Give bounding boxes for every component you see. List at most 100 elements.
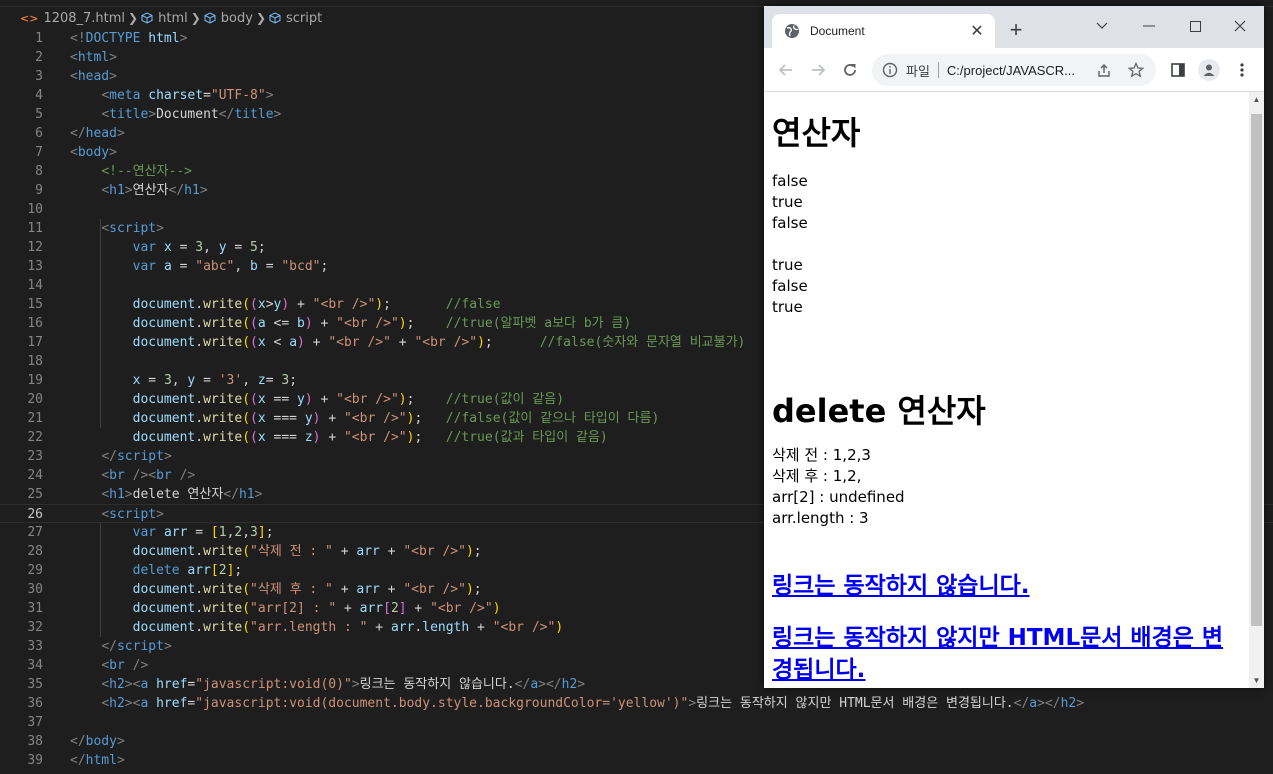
line-number: 33 xyxy=(27,639,43,654)
link-change-bg[interactable]: 링크는 동작하지 않지만 HTML문서 배경은 변경됩니다. xyxy=(772,625,1223,683)
chevron-down-icon[interactable] xyxy=(1088,12,1116,40)
browser-tab[interactable]: Document ✕ xyxy=(772,14,995,48)
breadcrumb-script-label: script xyxy=(286,10,323,26)
code-line[interactable]: 36 <h2><a href="javascript:void(document… xyxy=(0,694,1273,713)
line-number: 9 xyxy=(35,183,43,198)
line-number: 34 xyxy=(27,658,43,673)
code-text: <meta charset="UTF-8"> xyxy=(101,88,274,103)
code-text: document.write((x == y) + "<br />"); //t… xyxy=(132,392,565,407)
line-number: 17 xyxy=(27,335,43,350)
breadcrumb-body-label: body xyxy=(220,10,253,26)
address-scheme: 파일 xyxy=(906,63,930,79)
code-text: <br /> xyxy=(101,658,149,673)
breadcrumb-script[interactable]: script xyxy=(269,11,322,26)
browser-toolbar: 파일 C:/project/JAVASCR... xyxy=(764,48,1264,92)
breadcrumb-file[interactable]: <> 1208_7.html xyxy=(20,11,125,26)
output-line: arr.length : 3 xyxy=(772,509,869,527)
scroll-down-arrow-icon[interactable]: ▼ xyxy=(1249,673,1264,688)
line-number: 1 xyxy=(35,31,43,46)
code-text: <script> xyxy=(101,507,164,522)
output-line: true xyxy=(772,298,803,316)
back-icon[interactable] xyxy=(773,57,799,83)
code-text: <h1>연산자</h1> xyxy=(101,183,208,198)
code-text: <h1>delete 연산자</h1> xyxy=(101,487,263,502)
address-bar[interactable]: 파일 C:/project/JAVASCR... xyxy=(872,54,1156,86)
browser-titlebar: Document ✕ + xyxy=(764,6,1264,48)
heading-operators: 연산자 xyxy=(772,114,861,152)
share-icon[interactable] xyxy=(1096,62,1112,78)
output-line: true xyxy=(772,256,803,274)
line-number: 35 xyxy=(27,677,43,692)
code-text: var a = "abc", b = "bcd"; xyxy=(132,259,329,274)
breadcrumb-body[interactable]: body xyxy=(204,11,253,26)
line-number: 36 xyxy=(27,696,43,711)
output-line: false xyxy=(772,277,808,295)
browser-window: Document ✕ + 파일 C:/project/JAVASCR... 연산… xyxy=(764,6,1264,688)
output-line: true xyxy=(772,193,803,211)
cube-icon xyxy=(141,12,153,24)
link-heading-1: 링크는 동작하지 않습니다. xyxy=(772,570,1242,602)
code-text: document.write((x === z) + "<br />"); //… xyxy=(132,430,608,445)
code-text: </script> xyxy=(101,639,172,654)
line-number: 38 xyxy=(27,734,43,749)
line-number: 5 xyxy=(35,107,43,122)
plus-icon[interactable]: + xyxy=(1004,19,1028,41)
line-number: 19 xyxy=(27,373,43,388)
code-text: <body> xyxy=(70,145,117,160)
minimize-icon[interactable] xyxy=(1135,12,1163,40)
profile-icon[interactable] xyxy=(1198,59,1220,81)
side-panel-icon[interactable] xyxy=(1165,57,1191,83)
star-icon[interactable] xyxy=(1128,62,1144,78)
tab-title: Document xyxy=(810,24,865,38)
link-no-action[interactable]: 링크는 동작하지 않습니다. xyxy=(772,573,1030,599)
code-text: document.write("삭제 후 : " + arr + "<br />… xyxy=(132,582,482,597)
code-text: </body> xyxy=(70,734,125,749)
close-icon[interactable]: ✕ xyxy=(969,21,985,41)
code-text: <br /><br /> xyxy=(101,468,196,483)
more-icon[interactable] xyxy=(1229,57,1255,83)
code-text: <h2><a href="javascript:void(document.bo… xyxy=(101,696,1085,711)
line-number: 16 xyxy=(27,316,43,331)
breadcrumb-html[interactable]: html xyxy=(141,11,188,26)
code-text: document.write("arr[2] : " + arr[2] + "<… xyxy=(132,601,501,616)
cube-icon xyxy=(269,12,281,24)
code-text: x = 3, y = '3', z= 3; xyxy=(132,373,298,388)
breadcrumb-file-label: 1208_7.html xyxy=(43,10,126,26)
close-icon[interactable] xyxy=(1226,12,1254,40)
line-number: 21 xyxy=(27,411,43,426)
line-number: 22 xyxy=(27,430,43,445)
output-line: false xyxy=(772,214,808,232)
maximize-icon[interactable] xyxy=(1181,12,1209,40)
line-number: 23 xyxy=(27,449,43,464)
code-line[interactable]: 38 </body> xyxy=(0,732,1273,751)
line-number: 26 xyxy=(27,507,43,522)
code-text: <title>Document</title> xyxy=(101,107,282,122)
reload-icon[interactable] xyxy=(837,57,863,83)
code-text: var arr = [1,2,3]; xyxy=(132,525,274,540)
code-line[interactable]: 39 </html> xyxy=(0,751,1273,770)
code-line[interactable]: 37 xyxy=(0,713,1273,732)
address-url: C:/project/JAVASCR... xyxy=(946,62,1076,78)
line-number: 31 xyxy=(27,601,43,616)
output-line: 삭제 전 : 1,2,3 xyxy=(772,446,871,464)
scroll-thumb[interactable] xyxy=(1251,114,1262,626)
breadcrumb-html-label: html xyxy=(158,10,188,26)
forward-icon[interactable] xyxy=(805,57,831,83)
code-text: document.write("arr.length : " + arr.len… xyxy=(132,620,564,635)
code-text: <script> xyxy=(101,221,164,236)
code-text: var x = 3, y = 5; xyxy=(132,240,266,255)
output-line: false xyxy=(772,172,808,190)
scroll-up-arrow-icon[interactable]: ▲ xyxy=(1249,92,1264,107)
code-text: document.write("삭제 전 : " + arr + "<br />… xyxy=(132,544,482,559)
page-viewport[interactable]: 연산자 false true false true false true del… xyxy=(764,92,1264,688)
scrollbar[interactable]: ▲ ▼ xyxy=(1249,92,1264,688)
code-text: document.write((a <= b) + "<br />"); //t… xyxy=(132,316,632,331)
code-text: document.write((x>y) + "<br />"); //fals… xyxy=(132,297,501,312)
line-number: 12 xyxy=(27,240,43,255)
address-divider xyxy=(937,62,939,78)
line-number: 4 xyxy=(35,88,43,103)
code-text: <!DOCTYPE html> xyxy=(70,31,188,46)
info-icon[interactable] xyxy=(882,62,898,78)
code-text: delete arr[2]; xyxy=(132,563,243,578)
code-text: <!--연산자--> xyxy=(101,164,192,179)
